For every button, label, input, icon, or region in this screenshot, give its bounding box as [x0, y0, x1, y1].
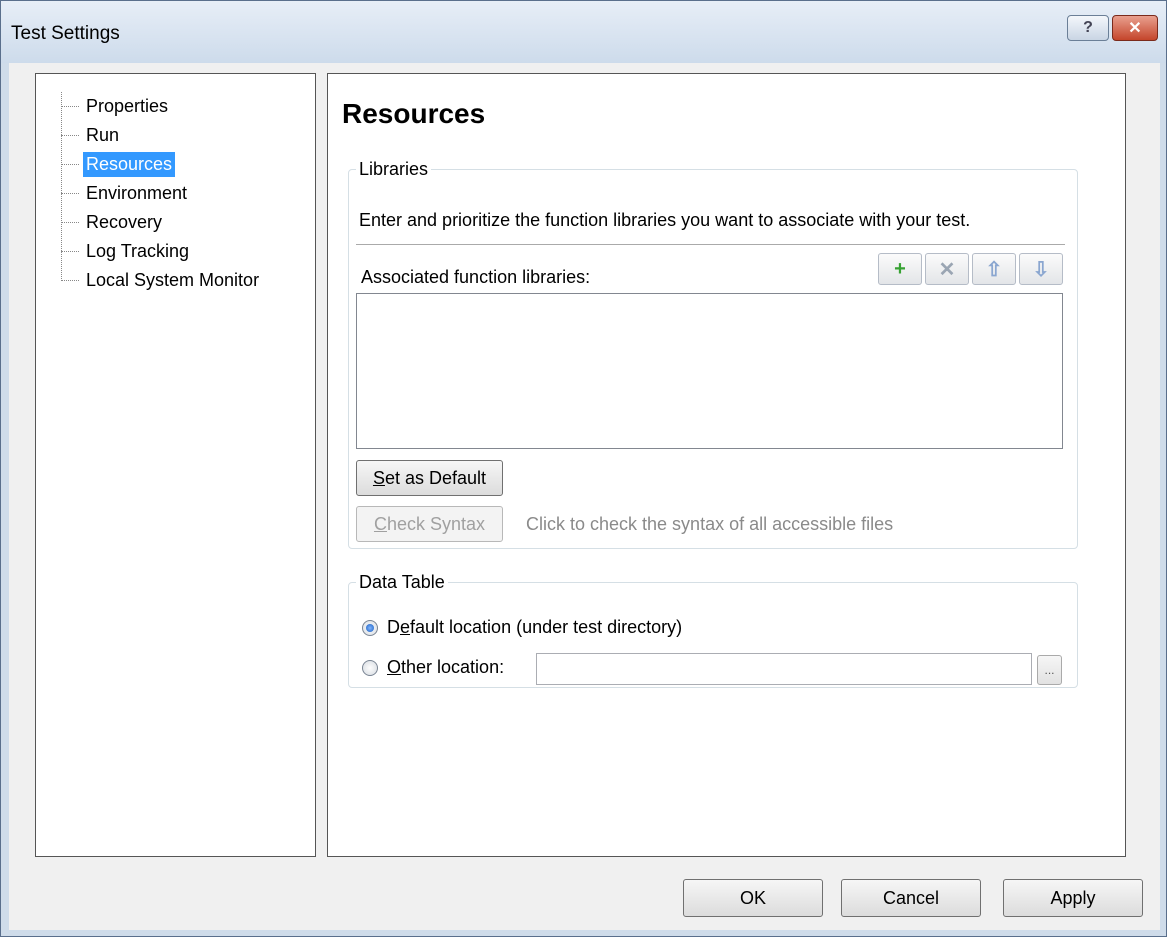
- accelerator-key: S: [372, 467, 385, 488]
- other-location-label: Other location:: [387, 657, 504, 678]
- set-as-default-button[interactable]: Set as Default: [356, 460, 503, 496]
- libraries-group: Libraries Enter and prioritize the funct…: [348, 159, 1078, 549]
- button-label: et as Default: [384, 467, 487, 488]
- other-location-radio[interactable]: [362, 659, 378, 676]
- libraries-legend: Libraries: [359, 159, 429, 179]
- tree-item-local-system-monitor[interactable]: Local System Monitor: [61, 266, 262, 295]
- cancel-button[interactable]: Cancel: [841, 879, 981, 917]
- tree-item-environment[interactable]: Environment: [61, 179, 262, 208]
- data-table-legend: Data Table: [359, 572, 445, 592]
- tree-item-run[interactable]: Run: [61, 121, 262, 150]
- library-toolbar: + ✕ ⇧ ⇩: [878, 253, 1063, 285]
- tree: Properties Run Resources Environment Rec…: [61, 92, 262, 295]
- check-syntax-button[interactable]: Check Syntax: [356, 506, 503, 542]
- tree-item-properties[interactable]: Properties: [61, 92, 262, 121]
- default-location-label: Default location (under test directory): [387, 617, 682, 638]
- dialog-body: Properties Run Resources Environment Rec…: [9, 63, 1160, 930]
- tree-item-resources[interactable]: Resources: [61, 150, 262, 179]
- move-down-button[interactable]: ⇩: [1019, 253, 1063, 285]
- tree-item-label: Resources: [83, 152, 176, 177]
- check-syntax-hint: Click to check the syntax of all accessi…: [526, 514, 894, 534]
- default-location-radio[interactable]: [362, 619, 378, 636]
- label-part: fault location (under test directory): [410, 617, 683, 637]
- add-library-button[interactable]: +: [878, 253, 922, 285]
- window-title: Test Settings: [11, 23, 120, 44]
- tree-item-label: Properties: [86, 96, 169, 116]
- default-location-option[interactable]: Default location (under test directory): [362, 617, 682, 638]
- apply-button[interactable]: Apply: [1003, 879, 1143, 917]
- arrow-up-icon: ⇧: [985, 258, 1003, 281]
- ok-button[interactable]: OK: [683, 879, 823, 917]
- plus-icon: +: [894, 257, 906, 280]
- tree-item-log-tracking[interactable]: Log Tracking: [61, 237, 262, 266]
- data-table-group: Data Table Default location (under test …: [348, 572, 1078, 688]
- tree-item-label: Environment: [86, 183, 188, 203]
- accelerator-key: e: [400, 617, 411, 637]
- associated-libraries-label: Associated function libraries:: [361, 267, 591, 287]
- remove-library-button[interactable]: ✕: [925, 253, 969, 285]
- tree-item-label: Log Tracking: [86, 241, 190, 261]
- tree-item-label: Run: [86, 125, 120, 145]
- tree-item-label: Recovery: [86, 212, 163, 232]
- help-button[interactable]: ?: [1067, 15, 1109, 41]
- tree-item-recovery[interactable]: Recovery: [61, 208, 262, 237]
- accelerator-key: O: [387, 657, 402, 677]
- browse-button[interactable]: ...: [1037, 655, 1062, 685]
- tree-item-label: Local System Monitor: [86, 270, 260, 290]
- label-part: ther location:: [401, 657, 505, 677]
- other-location-option[interactable]: Other location:: [362, 657, 504, 678]
- label-part: D: [387, 617, 400, 637]
- delete-icon: ✕: [938, 258, 956, 281]
- title-bar: Test Settings ? ✕: [1, 1, 1166, 63]
- associated-libraries-section: Associated function libraries: + ✕ ⇧ ⇩: [356, 244, 1065, 449]
- accelerator-key: C: [373, 513, 387, 534]
- move-up-button[interactable]: ⇧: [972, 253, 1016, 285]
- arrow-down-icon: ⇩: [1032, 258, 1050, 281]
- close-button[interactable]: ✕: [1112, 15, 1158, 41]
- button-label: heck Syntax: [386, 513, 486, 534]
- settings-content-panel: Resources Libraries Enter and prioritize…: [327, 73, 1126, 857]
- settings-nav-tree: Properties Run Resources Environment Rec…: [35, 73, 316, 857]
- function-libraries-list[interactable]: [356, 293, 1063, 449]
- test-settings-dialog: Test Settings ? ✕ Properties Run Resourc…: [0, 0, 1167, 937]
- libraries-description: Enter and prioritize the function librar…: [359, 210, 971, 230]
- page-title: Resources: [342, 98, 486, 129]
- other-location-input[interactable]: [536, 653, 1032, 685]
